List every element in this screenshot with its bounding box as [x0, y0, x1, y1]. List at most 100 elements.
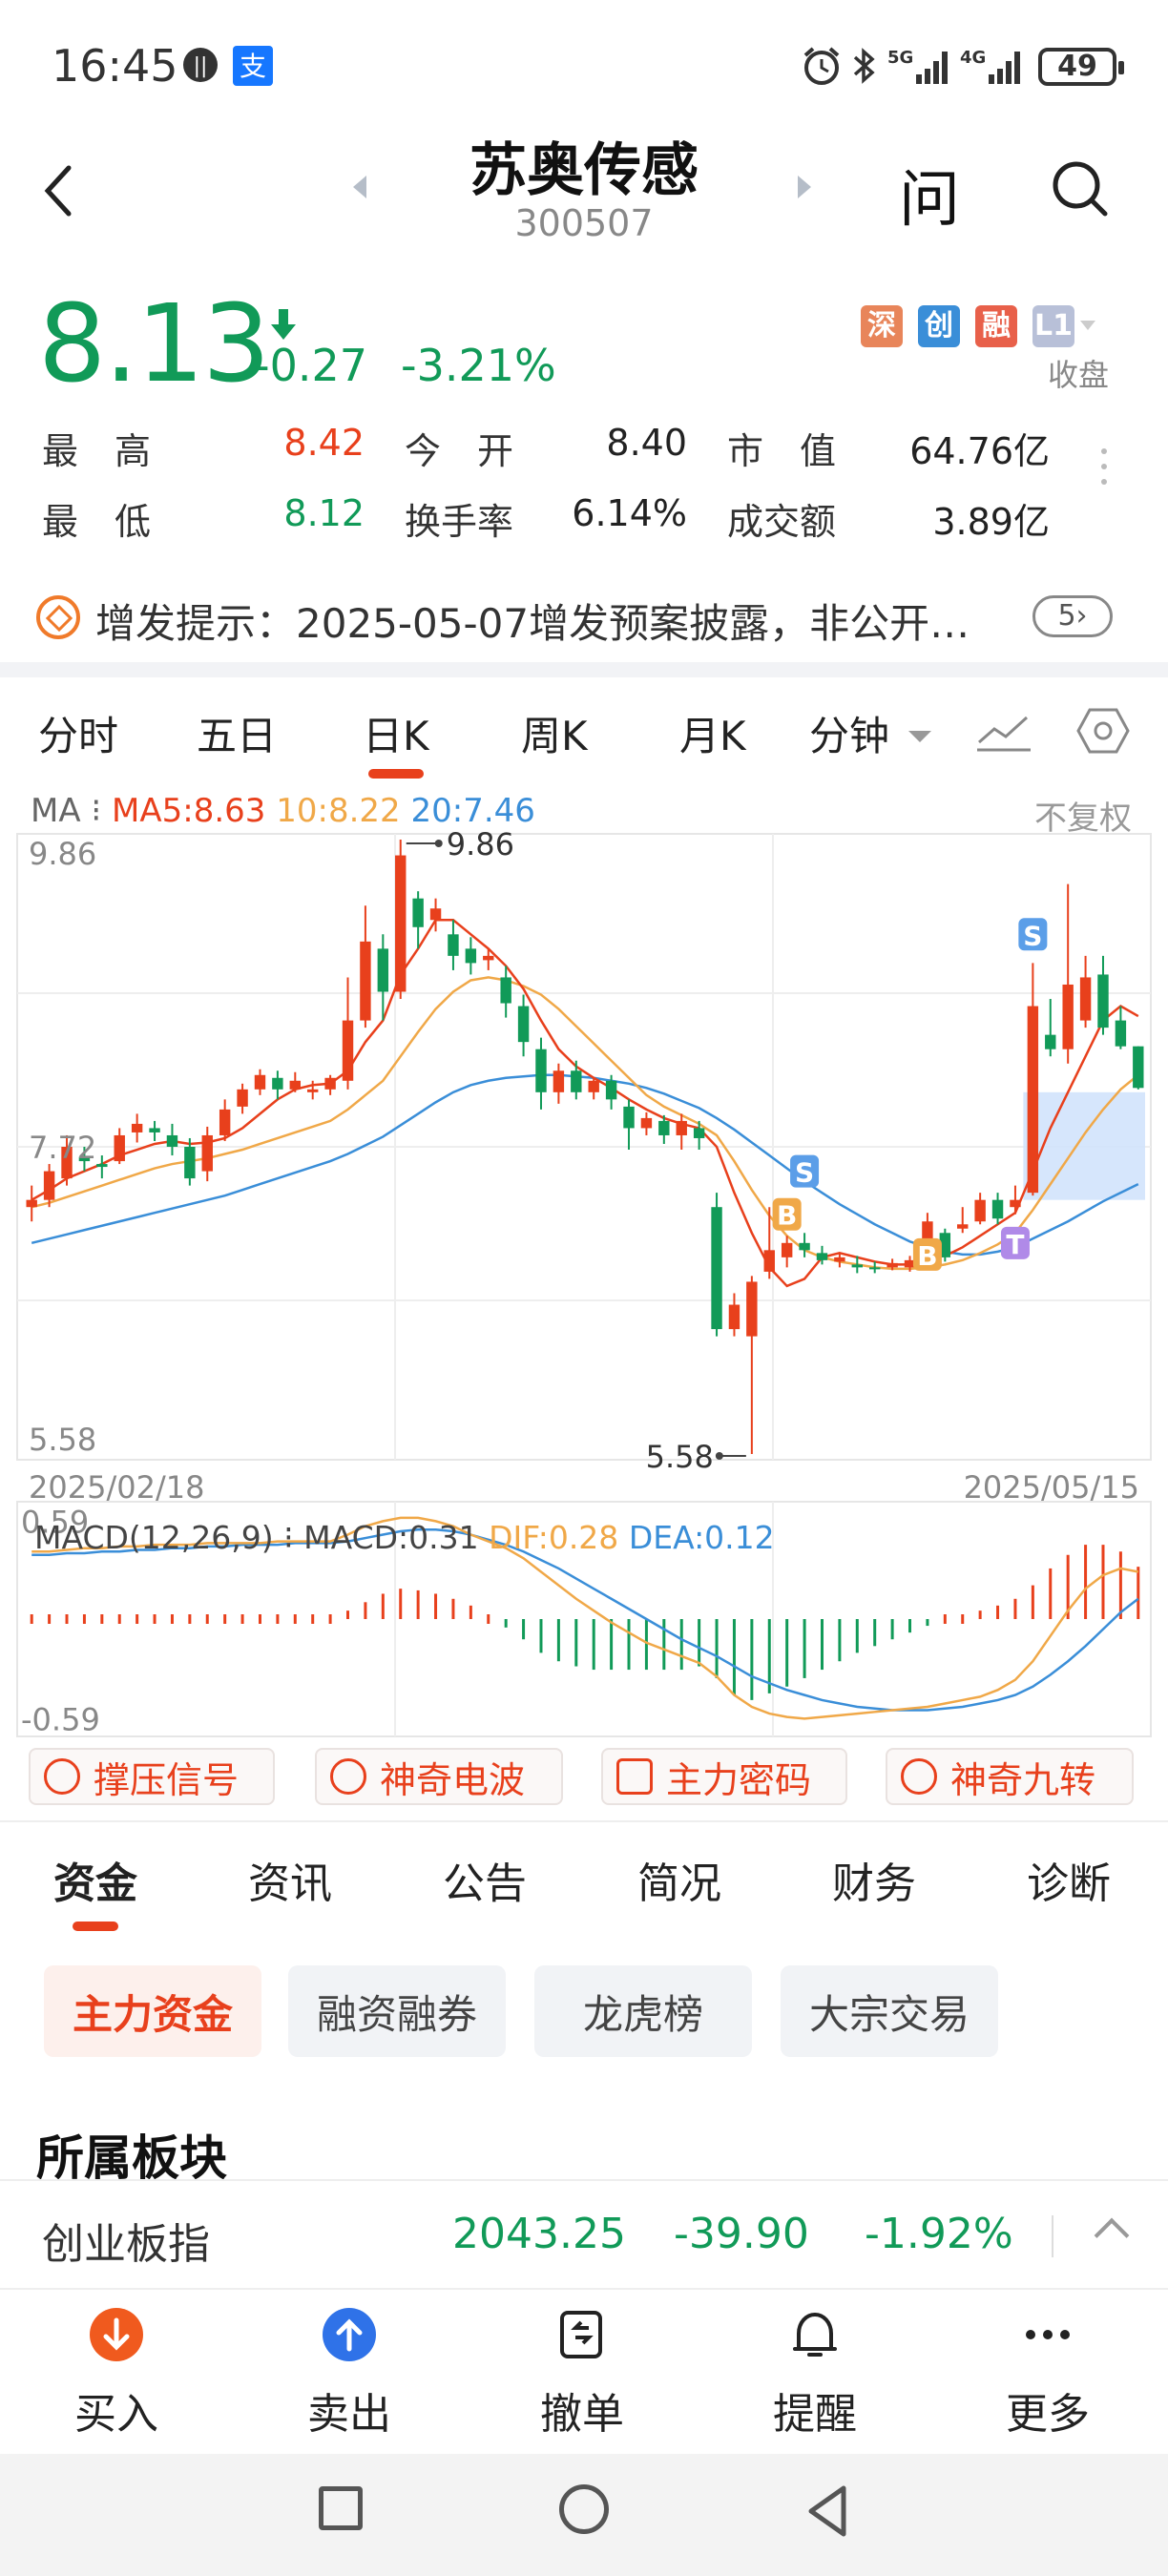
badge-margin[interactable]: 融 — [975, 305, 1017, 347]
high-dot — [434, 840, 443, 847]
sell-label: 卖出 — [307, 2390, 391, 2439]
tab-daily-k[interactable]: 日K — [363, 704, 429, 762]
chart-style-icon[interactable] — [975, 708, 1032, 754]
cancel-order-button[interactable]: 撤单 — [515, 2307, 649, 2441]
collapse-chevron-up-icon[interactable] — [1094, 2217, 1130, 2254]
tab-minute[interactable]: 分钟 — [809, 704, 889, 762]
svg-text:||: || — [194, 54, 208, 78]
minute-dropdown-icon[interactable] — [908, 731, 931, 742]
sector-name[interactable]: 创业板指 — [42, 2210, 210, 2271]
signal-support-resistance[interactable]: 撑压信号 — [29, 1748, 275, 1805]
macd-params: MACD(12,26,9) — [34, 1519, 274, 1556]
chip-main-funds[interactable]: 主力资金 — [44, 1965, 261, 2057]
candle-body — [254, 1074, 266, 1090]
price-change: -0.27 — [254, 340, 368, 391]
tab-news[interactable]: 资讯 — [248, 1849, 332, 1910]
tab-profile[interactable]: 简况 — [637, 1849, 721, 1910]
level-dropdown-icon[interactable] — [1080, 321, 1095, 332]
candle-body — [746, 1281, 758, 1337]
chip-dragon-tiger[interactable]: 龙虎榜 — [534, 1965, 752, 2057]
notice-count[interactable]: 5› — [1032, 595, 1113, 637]
candle-body — [553, 1070, 565, 1092]
sell-marker: S — [790, 1154, 820, 1189]
home-icon[interactable] — [559, 2484, 609, 2534]
candle-body — [1027, 1006, 1039, 1194]
candle — [324, 1074, 336, 1095]
app-notification-icon: || — [183, 48, 218, 82]
status-bar: 16:45 || 支 5G 4G 49 — [0, 0, 1168, 134]
market-cap-value: 64.76亿 — [909, 430, 1050, 472]
chip-margin-trading[interactable]: 融资融券 — [288, 1965, 506, 2057]
t-marker: T — [1000, 1226, 1030, 1260]
candle — [676, 1113, 687, 1151]
ma10-line — [31, 976, 1139, 1271]
more-button[interactable]: 更多 — [981, 2307, 1115, 2441]
candle — [395, 840, 407, 1000]
candle-body — [483, 955, 494, 961]
badge-chinext[interactable]: 创 — [918, 305, 960, 347]
battery-indicator: 49 — [1038, 48, 1124, 86]
tab-financials[interactable]: 财务 — [832, 1849, 916, 1910]
tab-intraday[interactable]: 分时 — [38, 704, 118, 762]
tab-five-day[interactable]: 五日 — [197, 704, 277, 762]
search-icon[interactable] — [1050, 158, 1111, 219]
candle — [1079, 955, 1092, 1028]
ask-button[interactable]: 问 — [899, 151, 960, 239]
badge-level1[interactable]: L1 — [1032, 305, 1074, 347]
macd-value: MACD:0.31 — [303, 1519, 479, 1556]
sector-value: 2043.25 — [452, 2210, 626, 2258]
candle — [957, 1207, 969, 1234]
high-value: 8.42 — [283, 422, 365, 464]
section-divider — [0, 1820, 1168, 1822]
signal-label: 神奇九转 — [950, 1758, 1096, 1801]
candle-body — [1010, 1199, 1021, 1208]
candle — [342, 977, 354, 1090]
buy-button[interactable]: 买入 — [50, 2307, 183, 2441]
signal-main-force-code[interactable]: 主力密码 — [601, 1748, 847, 1805]
nav-back-icon[interactable] — [803, 2483, 851, 2540]
settings-icon[interactable] — [1076, 706, 1130, 756]
notice-text[interactable]: 增发提示：2025-05-07增发预案披露，非公开… — [95, 592, 970, 650]
bluetooth-icon — [853, 48, 875, 84]
candle — [640, 1111, 653, 1135]
tab-announcements[interactable]: 公告 — [443, 1849, 527, 1910]
sector-change: -39.90 — [674, 2210, 809, 2258]
tab-weekly-k[interactable]: 周K — [521, 704, 588, 762]
candle-body — [676, 1120, 687, 1135]
candle — [237, 1083, 248, 1114]
candle-body — [763, 1250, 775, 1272]
candle — [114, 1128, 125, 1165]
cancel-order-icon — [560, 2311, 602, 2358]
tab-monthly-k[interactable]: 月K — [679, 704, 746, 762]
down-arrow-icon — [271, 309, 296, 340]
system-nav-bar — [0, 2454, 1168, 2576]
signal-4g-icon: 4G — [960, 48, 1020, 84]
candle — [1115, 1006, 1127, 1049]
badge-shenzhen[interactable]: 深 — [861, 305, 903, 347]
candle-body — [816, 1253, 828, 1260]
tab-diagnosis[interactable]: 诊断 — [1027, 1849, 1111, 1910]
macd-legend[interactable]: MACD(12,26,9) ⁝ MACD:0.31 DIF:0.28 DEA:0… — [34, 1519, 775, 1556]
candle — [799, 1233, 810, 1257]
t-marker-label: T — [1006, 1229, 1024, 1260]
chip-block-trade[interactable]: 大宗交易 — [781, 1965, 998, 2057]
signal-magic-wave[interactable]: 神奇电波 — [315, 1748, 563, 1805]
status-time: 16:45 — [52, 40, 178, 92]
sell-button[interactable]: 卖出 — [282, 2307, 416, 2441]
buy-marker-label: B — [777, 1200, 797, 1232]
recent-apps-icon[interactable] — [319, 2486, 363, 2530]
candle-body — [131, 1123, 143, 1132]
tab-funds[interactable]: 资金 — [53, 1849, 137, 1910]
candle — [623, 1099, 635, 1151]
more-quote-icon[interactable] — [1101, 448, 1109, 494]
buy-marker-2-label: B — [917, 1240, 937, 1272]
candle — [517, 994, 530, 1057]
ma-legend[interactable]: MA ⁝ MA5:8.63 10:8.22 20:7.46 — [31, 792, 535, 830]
alert-button[interactable]: 提醒 — [748, 2307, 882, 2441]
candle — [184, 1137, 196, 1186]
candle-body — [588, 1080, 599, 1092]
signal-magic-nine[interactable]: 神奇九转 — [886, 1748, 1134, 1805]
next-stock-arrow-icon[interactable] — [798, 176, 811, 198]
kline-chart[interactable]: BSB TS 9.865.589.867.725.582025/02/18 2025… — [0, 830, 1168, 1746]
signal-label: 撑压信号 — [94, 1758, 240, 1801]
